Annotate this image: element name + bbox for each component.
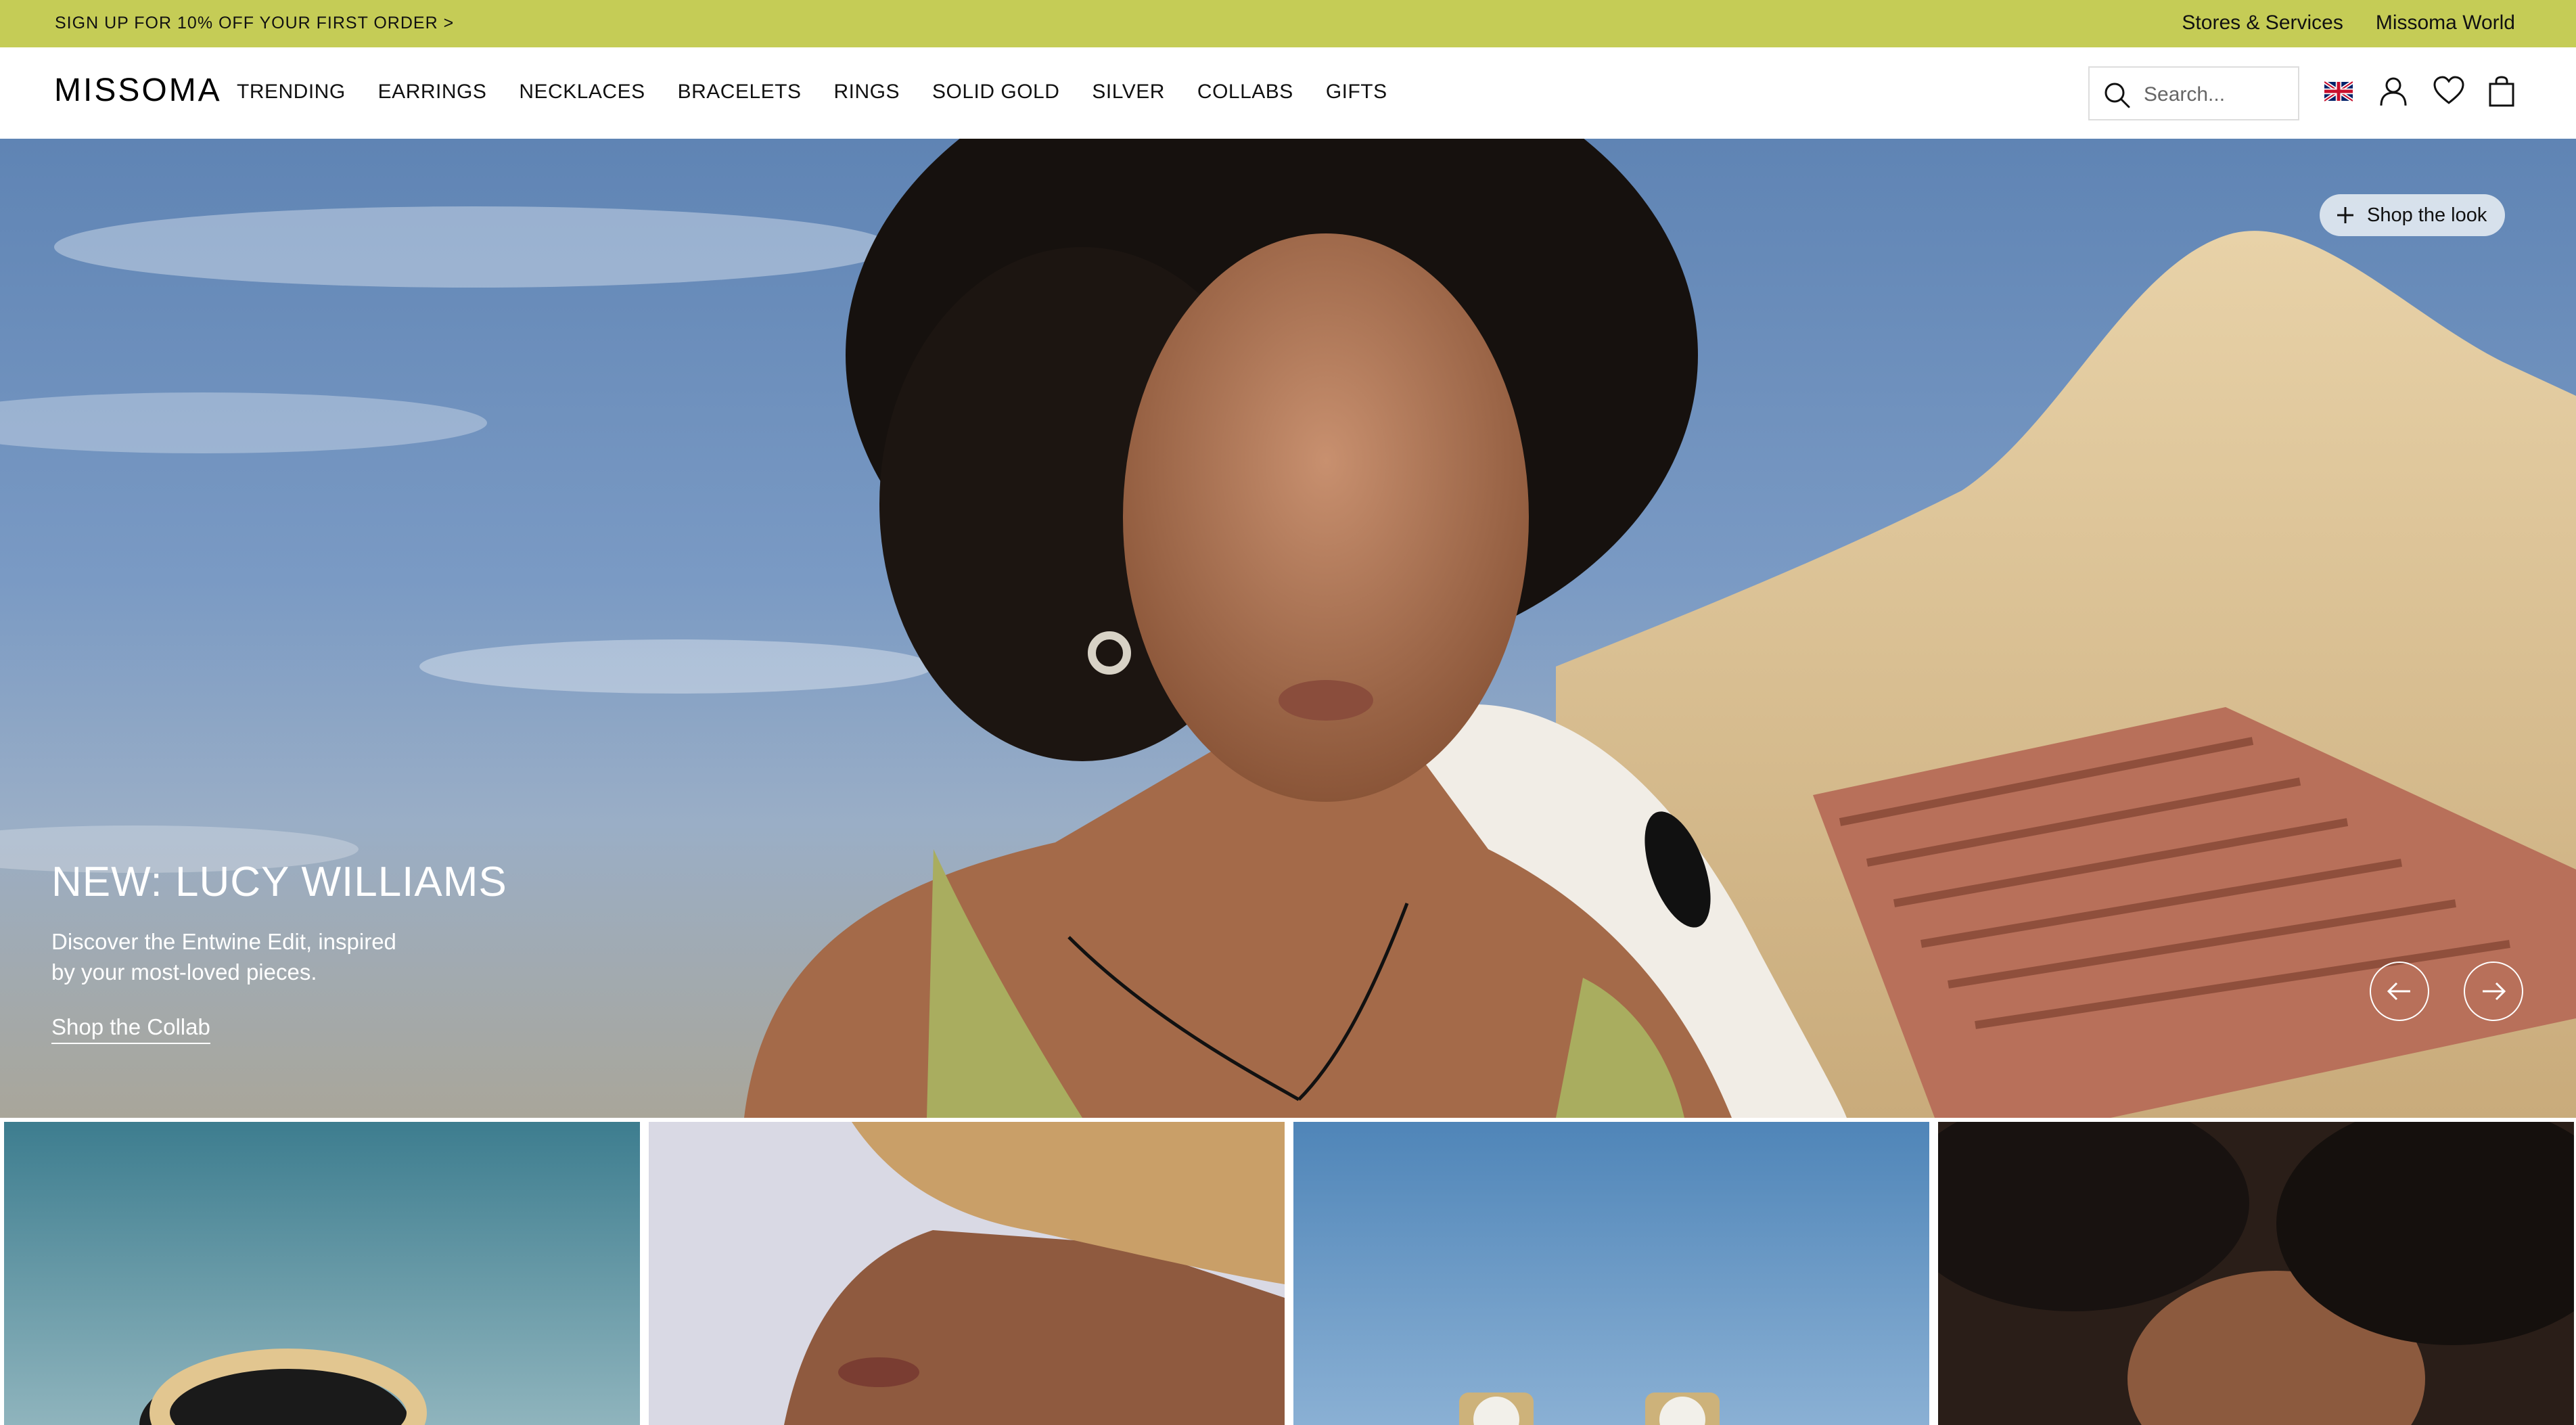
hero-banner[interactable]: Shop the look NEW: LUCY WILLIAMS Discove…: [0, 139, 2576, 1118]
tile-gold-ring[interactable]: [4, 1122, 640, 1425]
straw-hat-image: [649, 1122, 1285, 1425]
plus-icon: [2337, 207, 2353, 223]
missoma-world-link[interactable]: Missoma World: [2376, 12, 2515, 35]
nav-gifts[interactable]: GIFTS: [1326, 81, 1387, 104]
tile-pearl-earrings[interactable]: [1293, 1122, 1929, 1425]
promo-links: Stores & Services Missoma World: [2182, 12, 2515, 35]
wishlist-heart-icon[interactable]: [2433, 76, 2465, 106]
shop-the-look-button[interactable]: Shop the look: [2320, 194, 2505, 236]
nav-trending[interactable]: TRENDING: [237, 81, 346, 104]
arrow-left-icon: [2387, 982, 2410, 1001]
arrow-right-icon: [2483, 982, 2506, 1001]
main-nav: TRENDING EARRINGS NECKLACES BRACELETS RI…: [237, 81, 1387, 104]
site-header: MISSOMA TRENDING EARRINGS NECKLACES BRAC…: [0, 47, 2576, 139]
missoma-logo[interactable]: MISSOMA: [54, 72, 222, 109]
nav-solid-gold[interactable]: SOLID GOLD: [932, 81, 1059, 104]
bag-icon[interactable]: [2488, 76, 2515, 107]
hero-copy: NEW: LUCY WILLIAMS Discover the Entwine …: [51, 858, 507, 1044]
nav-bracelets[interactable]: BRACELETS: [678, 81, 802, 104]
uk-flag-icon[interactable]: [2324, 81, 2353, 102]
stores-services-link[interactable]: Stores & Services: [2182, 12, 2343, 35]
hero-subtitle-line-2: by your most-loved pieces.: [51, 959, 317, 985]
promo-bar: SIGN UP FOR 10% OFF YOUR FIRST ORDER > S…: [0, 0, 2576, 47]
search-icon: [2104, 83, 2130, 108]
nav-rings[interactable]: RINGS: [834, 81, 900, 104]
next-slide-button[interactable]: [2464, 962, 2523, 1021]
signup-promo-link[interactable]: SIGN UP FOR 10% OFF YOUR FIRST ORDER >: [55, 14, 454, 33]
nav-necklaces[interactable]: NECKLACES: [519, 81, 645, 104]
tile-curly-hair[interactable]: [1938, 1122, 2574, 1425]
hero-title: NEW: LUCY WILLIAMS: [51, 859, 507, 905]
search-input[interactable]: [2144, 80, 2293, 110]
prev-slide-button[interactable]: [2370, 962, 2429, 1021]
account-icon[interactable]: [2378, 76, 2408, 107]
nav-collabs[interactable]: COLLABS: [1197, 81, 1293, 104]
hero-subtitle: Discover the Entwine Edit, inspired by y…: [51, 926, 430, 987]
hero-subtitle-line-1: Discover the Entwine Edit, inspired: [51, 929, 396, 954]
gold-ring-image: [4, 1122, 640, 1425]
curly-hair-image: [1938, 1122, 2574, 1425]
nav-earrings[interactable]: EARRINGS: [378, 81, 487, 104]
nav-silver[interactable]: SILVER: [1092, 81, 1165, 104]
search-box[interactable]: [2088, 66, 2299, 120]
tile-straw-hat[interactable]: [649, 1122, 1285, 1425]
shop-the-collab-link[interactable]: Shop the Collab: [51, 1014, 210, 1044]
shop-the-look-label: Shop the look: [2367, 204, 2487, 226]
pearl-earrings-image: [1293, 1122, 1929, 1425]
category-tiles: [0, 1118, 2576, 1425]
